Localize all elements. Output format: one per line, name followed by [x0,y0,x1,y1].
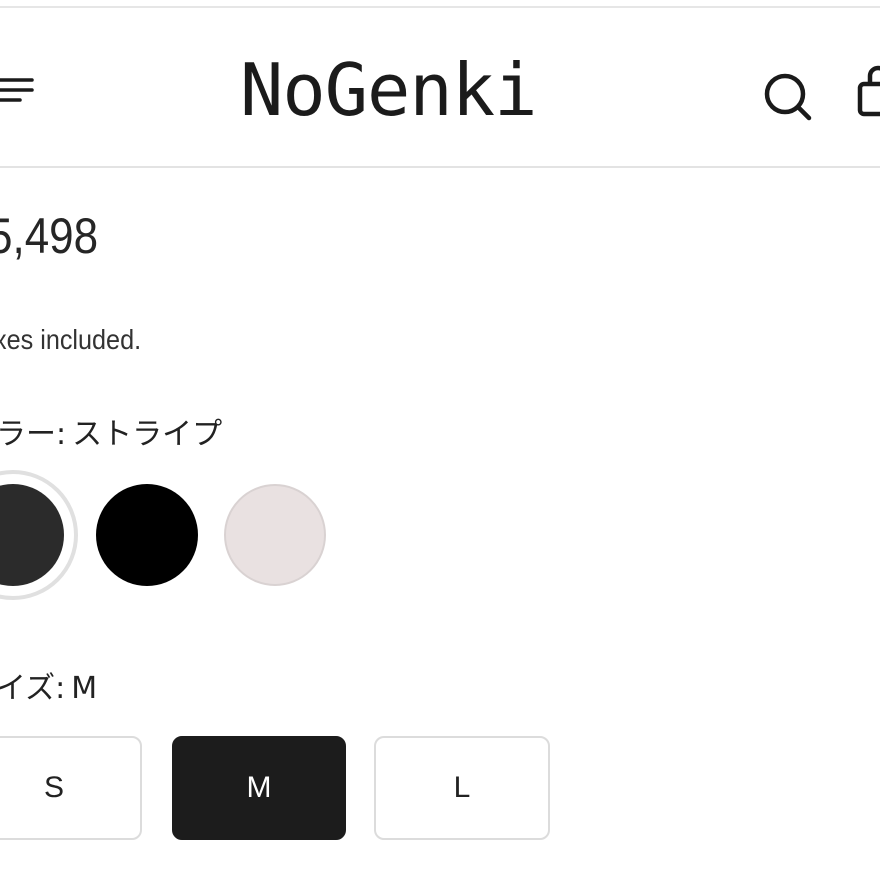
color-selected-value: ストライプ [72,417,223,452]
size-button-m-label: M [246,771,272,804]
size-option-label: イズ: M [0,670,97,708]
site-logo[interactable]: NoGenki [240,50,570,130]
color-option-label: ラー: ストライプ [0,416,222,454]
size-label-text: イズ [0,671,56,706]
site-header: NoGenki [0,8,880,166]
color-label-separator: : [56,417,67,452]
size-label-separator: : [55,671,66,706]
size-button-l-label: L [453,771,471,804]
size-button-s-label: S [43,771,64,804]
search-icon[interactable] [760,70,814,122]
size-selected-value: M [71,671,98,706]
header-divider [0,166,880,168]
tax-note: xes included. [0,324,142,355]
product-page: NoGenki 5,498 xes included. ラー:ストライプ イズ:… [0,0,880,880]
menu-icon[interactable] [0,70,38,110]
color-label-text: ラー [0,417,56,452]
size-button-m[interactable]: M [172,736,346,840]
cart-icon[interactable] [852,64,880,120]
color-swatch-black[interactable] [96,484,198,586]
color-swatch-light-pink[interactable] [224,484,326,586]
product-price: 5,498 [0,208,99,264]
size-button-s[interactable]: S [0,736,142,840]
size-button-l[interactable]: L [374,736,550,840]
